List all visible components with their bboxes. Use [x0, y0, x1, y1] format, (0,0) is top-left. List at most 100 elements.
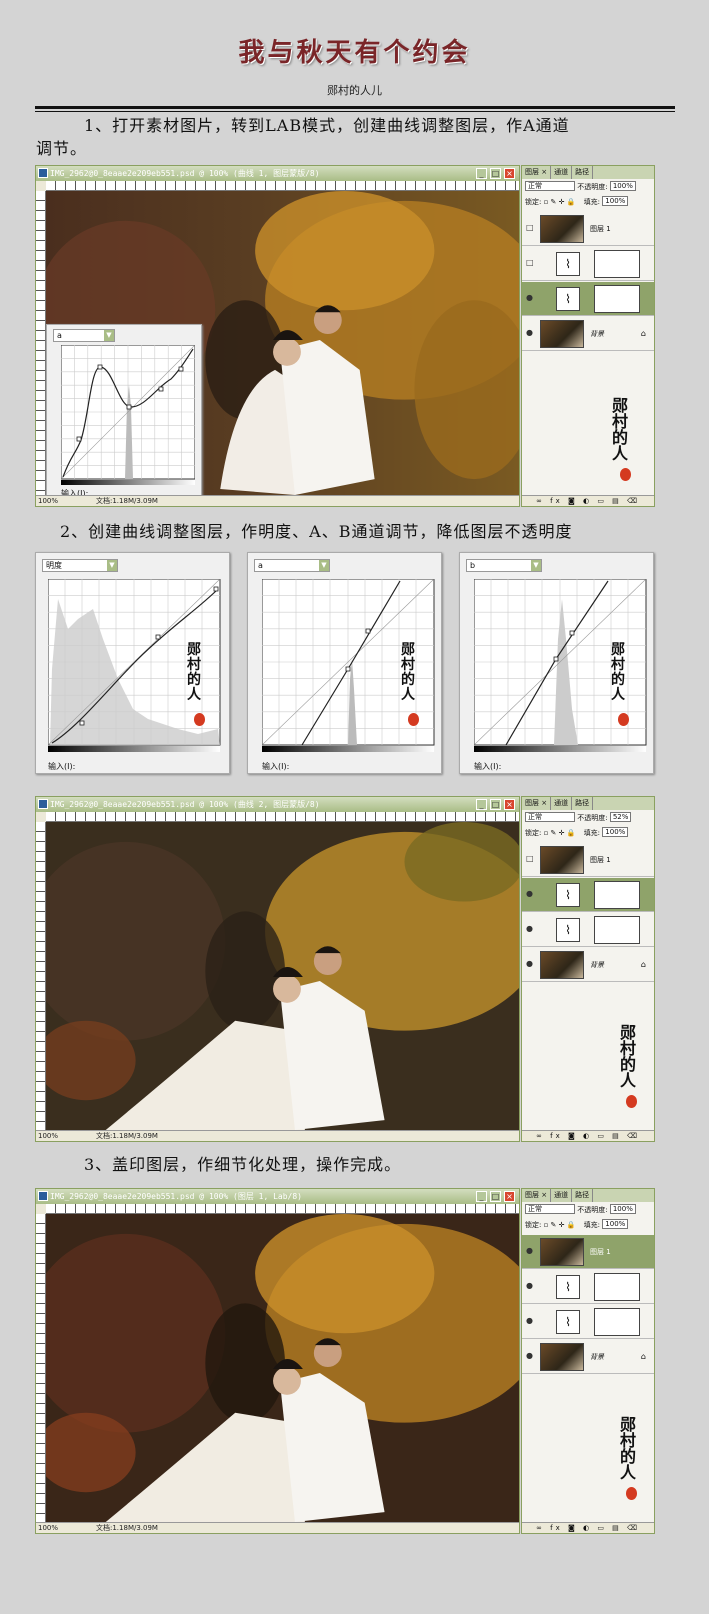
- curve-graph[interactable]: [61, 345, 195, 485]
- tab-channels[interactable]: 通道: [551, 1189, 573, 1202]
- blend-mode-select[interactable]: 正常: [525, 812, 575, 822]
- layer-row-curves-1[interactable]: ● ⌇: [522, 913, 654, 947]
- curves-adjustment-icon: ⌇: [556, 1275, 580, 1299]
- eye-icon[interactable]: ●: [526, 1282, 534, 1290]
- blend-mode-select[interactable]: 正常: [525, 1204, 575, 1214]
- status-bar: 100% 文档:1.18M/3.09M: [36, 1522, 519, 1533]
- photoshop-document-window-3: IMG_2962@0_8eaae2e209eb551.psd @ 100% (图…: [35, 1188, 520, 1534]
- tab-layers[interactable]: 图层 ×: [522, 1189, 552, 1202]
- close-button[interactable]: ×: [504, 168, 515, 179]
- panel-footer-toolbar[interactable]: ∞ fx ◙ ◐ ▭ ▤ ⌫: [522, 1130, 654, 1141]
- panel-tabs: 图层 × 通道 路径: [522, 1189, 654, 1202]
- step-1-text-line2: 调节。: [36, 139, 88, 158]
- vertical-ruler[interactable]: [36, 191, 46, 495]
- tab-layers[interactable]: 图层 ×: [522, 166, 552, 179]
- layer-row-curves-1[interactable]: ● ⌇: [522, 282, 654, 316]
- maximize-button[interactable]: □: [490, 1191, 501, 1202]
- panel-tabs: 图层 × 通道 路径: [522, 166, 654, 179]
- minimize-button[interactable]: _: [476, 168, 487, 179]
- chevron-down-icon: ▼: [319, 560, 329, 571]
- layer-mask-thumbnail: [594, 881, 640, 909]
- blend-row: 正常 不透明度: 100%: [525, 1204, 651, 1216]
- eye-icon[interactable]: ●: [526, 890, 534, 898]
- visibility-toggle-icon[interactable]: □: [526, 259, 534, 267]
- input-label: 输入(I):: [474, 762, 502, 771]
- lock-icon: ⌂: [640, 1352, 646, 1361]
- panel-footer-toolbar[interactable]: ∞ fx ◙ ◐ ▭ ▤ ⌫: [522, 1522, 654, 1533]
- tab-paths[interactable]: 路径: [572, 1189, 594, 1202]
- status-bar: 100% 文档:1.18M/3.09M: [36, 495, 519, 506]
- wedding-photo-autumn: [46, 1214, 519, 1522]
- tab-paths[interactable]: 路径: [572, 797, 594, 810]
- layer-row-curves-2[interactable]: ● ⌇: [522, 878, 654, 912]
- eye-icon[interactable]: ●: [526, 294, 534, 302]
- maximize-button[interactable]: □: [490, 799, 501, 810]
- calligraphy-signature: 郧村的人: [619, 1023, 636, 1090]
- chevron-down-icon: ▼: [104, 330, 114, 341]
- image-canvas[interactable]: [46, 822, 519, 1130]
- window-titlebar[interactable]: IMG_2962@0_8eaae2e209eb551.psd @ 100% (图…: [36, 1189, 519, 1204]
- vertical-ruler[interactable]: [36, 1214, 46, 1522]
- tab-channels[interactable]: 通道: [551, 797, 573, 810]
- close-button[interactable]: ×: [504, 799, 515, 810]
- visibility-toggle-icon[interactable]: □: [526, 855, 534, 863]
- close-button[interactable]: ×: [504, 1191, 515, 1202]
- layer-row-curves-1[interactable]: ● ⌇: [522, 1305, 654, 1339]
- zoom-level: 100%: [38, 497, 59, 505]
- opacity-input[interactable]: 100%: [609, 181, 636, 191]
- horizontal-ruler[interactable]: [46, 1204, 519, 1214]
- wedding-photo-autumn: [46, 822, 519, 1130]
- window-titlebar[interactable]: IMG_2962@0_8eaae2e209eb551.psd @ 100% (曲…: [36, 166, 519, 181]
- layer-row-curves-2[interactable]: □ ⌇: [522, 247, 654, 281]
- channel-dropdown[interactable]: 明度 ▼: [42, 559, 118, 572]
- layer-row-background[interactable]: ● 背景 ⌂: [522, 317, 654, 351]
- red-seal-stamp: [620, 468, 631, 481]
- vertical-ruler[interactable]: [36, 822, 46, 1130]
- fill-input[interactable]: 100%: [602, 196, 629, 206]
- layer-row-background[interactable]: ● 背景 ⌂: [522, 1340, 654, 1374]
- tab-paths[interactable]: 路径: [572, 166, 594, 179]
- red-seal-stamp: [626, 1095, 637, 1108]
- visibility-toggle-icon[interactable]: □: [526, 224, 534, 232]
- layer-row-layer1[interactable]: □ 图层 1: [522, 212, 654, 246]
- curves-panel-a: a ▼ 郧村的人 输入(I):: [247, 552, 442, 774]
- layer-row-layer1[interactable]: ● 图层 1: [522, 1235, 654, 1269]
- channel-dropdown[interactable]: b ▼: [466, 559, 542, 572]
- tab-channels[interactable]: 通道: [551, 166, 573, 179]
- eye-icon[interactable]: ●: [526, 1352, 534, 1360]
- fill-input[interactable]: 100%: [602, 827, 629, 837]
- eye-icon[interactable]: ●: [526, 960, 534, 968]
- minimize-button[interactable]: _: [476, 799, 487, 810]
- input-label: 输入(I):: [48, 762, 76, 771]
- layer-row-background[interactable]: ● 背景 ⌂: [522, 948, 654, 982]
- maximize-button[interactable]: □: [490, 168, 501, 179]
- tab-layers[interactable]: 图层 ×: [522, 797, 552, 810]
- blend-mode-select[interactable]: 正常: [525, 181, 575, 191]
- opacity-input[interactable]: 100%: [609, 1204, 636, 1214]
- horizontal-ruler[interactable]: [46, 812, 519, 822]
- lock-row: 锁定: ▫ ✎ ✛ 🔒 填充: 100%: [525, 827, 651, 839]
- status-bar: 100% 文档:1.18M/3.09M: [36, 1130, 519, 1141]
- eye-icon[interactable]: ●: [526, 329, 534, 337]
- eye-icon[interactable]: ●: [526, 925, 534, 933]
- image-canvas[interactable]: [46, 1214, 519, 1522]
- channel-dropdown[interactable]: a ▼: [53, 329, 115, 342]
- layer-row-curves-2[interactable]: ● ⌇: [522, 1270, 654, 1304]
- layers-panel-2: 图层 × 通道 路径 正常 不透明度: 52% 锁定: ▫ ✎ ✛ 🔒 填充: 10…: [521, 796, 655, 1142]
- blend-row: 正常 不透明度: 52%: [525, 812, 651, 824]
- window-titlebar[interactable]: IMG_2962@0_8eaae2e209eb551.psd @ 100% (曲…: [36, 797, 519, 812]
- zoom-level: 100%: [38, 1524, 59, 1532]
- minimize-button[interactable]: _: [476, 1191, 487, 1202]
- calligraphy-signature: 郧村的人: [187, 642, 201, 703]
- document-size: 文档:1.18M/3.09M: [96, 1132, 158, 1140]
- eye-icon[interactable]: ●: [526, 1247, 534, 1255]
- fill-input[interactable]: 100%: [602, 1219, 629, 1229]
- layer-thumbnail: [540, 215, 584, 243]
- lock-icon: ⌂: [640, 329, 646, 338]
- eye-icon[interactable]: ●: [526, 1317, 534, 1325]
- horizontal-ruler[interactable]: [46, 181, 519, 191]
- layer-row-layer1[interactable]: □ 图层 1: [522, 843, 654, 877]
- opacity-input[interactable]: 52%: [609, 812, 632, 822]
- panel-footer-toolbar[interactable]: ∞ fx ◙ ◐ ▭ ▤ ⌫: [522, 495, 654, 506]
- channel-dropdown[interactable]: a ▼: [254, 559, 330, 572]
